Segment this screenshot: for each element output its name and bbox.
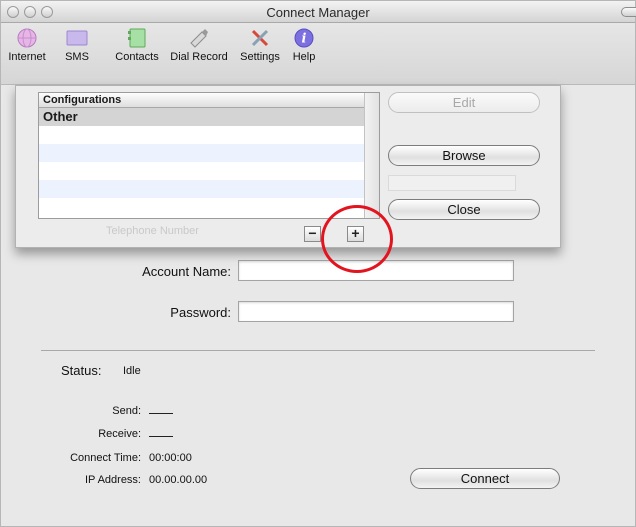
toolbar-settings-label: Settings bbox=[240, 51, 280, 63]
connect-time-value: 00:00:00 bbox=[149, 452, 192, 464]
toolbar-help[interactable]: i Help bbox=[289, 27, 319, 63]
configurations-sheet: Configurations Other Telephone Number − … bbox=[15, 85, 561, 248]
status-label: Status: bbox=[61, 363, 102, 378]
account-name-label: Account Name: bbox=[142, 264, 231, 279]
password-input[interactable] bbox=[238, 301, 514, 322]
list-item[interactable] bbox=[39, 162, 365, 180]
red-highlight-circle bbox=[321, 205, 393, 273]
list-scrollbar[interactable] bbox=[364, 93, 379, 218]
svg-text:i: i bbox=[302, 32, 307, 47]
toolbar-dial-record-label: Dial Record bbox=[170, 51, 228, 63]
window-title: Connect Manager bbox=[266, 5, 370, 20]
status-value: Idle bbox=[123, 365, 141, 377]
dial-record-icon bbox=[190, 29, 208, 48]
configurations-column-header[interactable]: Configurations bbox=[39, 93, 379, 108]
connect-button[interactable]: Connect bbox=[410, 468, 560, 489]
toolbar-toggle-button[interactable] bbox=[621, 7, 636, 17]
receive-label: Receive: bbox=[98, 428, 141, 440]
toolbar: Internet SMS Contacts Dial Record Settin… bbox=[1, 23, 635, 85]
connect-time-label: Connect Time: bbox=[70, 452, 141, 464]
send-value bbox=[149, 405, 173, 417]
toolbar-internet-label: Internet bbox=[8, 51, 46, 63]
toolbar-contacts[interactable]: Contacts bbox=[111, 27, 163, 63]
sms-icon bbox=[66, 30, 88, 46]
password-label: Password: bbox=[170, 305, 231, 320]
toolbar-contacts-label: Contacts bbox=[115, 51, 159, 63]
toolbar-help-label: Help bbox=[292, 51, 316, 63]
globe-icon bbox=[17, 28, 37, 48]
toolbar-settings[interactable]: Settings bbox=[235, 27, 285, 63]
configurations-list[interactable]: Configurations Other bbox=[38, 92, 380, 219]
toolbar-internet[interactable]: Internet bbox=[5, 27, 49, 63]
remove-configuration-button[interactable]: − bbox=[304, 226, 321, 242]
send-label: Send: bbox=[112, 405, 141, 417]
connect-manager-window: Connect Manager Internet SMS Contacts Di… bbox=[0, 0, 636, 527]
browse-button[interactable]: Browse bbox=[388, 145, 540, 166]
help-icon: i bbox=[294, 28, 314, 48]
close-button[interactable]: Close bbox=[388, 199, 540, 220]
toolbar-dial-record[interactable]: Dial Record bbox=[167, 27, 231, 63]
ip-address-label: IP Address: bbox=[84, 474, 141, 486]
list-item[interactable] bbox=[39, 180, 365, 198]
title-bar: Connect Manager bbox=[1, 1, 636, 23]
toolbar-sms-label: SMS bbox=[65, 51, 89, 63]
telephone-number-hint: Telephone Number bbox=[106, 225, 199, 237]
toolbar-sms[interactable]: SMS bbox=[57, 27, 97, 63]
settings-icon bbox=[251, 29, 269, 47]
contacts-icon bbox=[128, 28, 146, 48]
ip-address-value: 00.00.00.00 bbox=[149, 474, 208, 486]
list-item[interactable] bbox=[39, 144, 365, 162]
background-field bbox=[388, 175, 516, 191]
receive-value bbox=[149, 428, 173, 440]
separator bbox=[41, 350, 595, 351]
list-item[interactable] bbox=[39, 126, 365, 144]
list-item[interactable]: Other bbox=[39, 108, 365, 126]
edit-button[interactable]: Edit bbox=[388, 92, 540, 113]
